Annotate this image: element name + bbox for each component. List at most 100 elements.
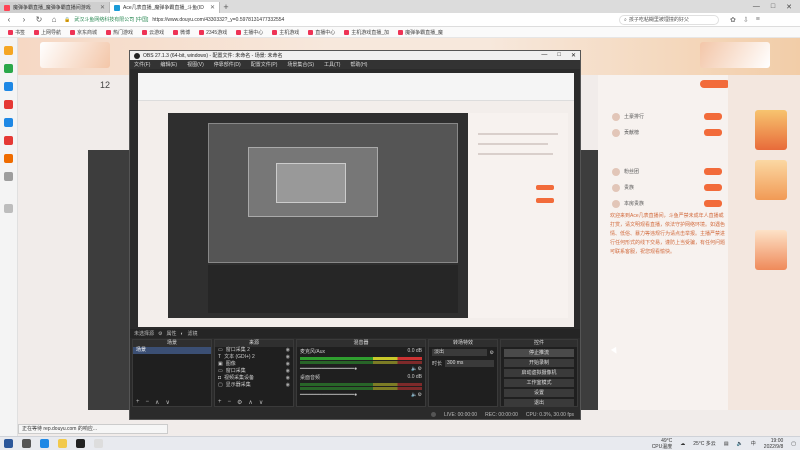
bookmark-item[interactable]: 主机游戏直播_加 — [344, 29, 389, 36]
add-icon[interactable]: + — [136, 399, 140, 405]
back-icon[interactable]: ‹ — [4, 15, 14, 24]
source-item[interactable]: ▣ 图像 ◉ — [215, 361, 293, 368]
menu-scene-collection[interactable]: 场景集合(S) — [287, 61, 314, 68]
filter-icon[interactable]: ◐ — [181, 331, 184, 337]
new-tab-button[interactable]: + — [220, 2, 232, 13]
rank-row[interactable]: 贵族 — [612, 181, 722, 194]
visibility-icon[interactable]: ◉ — [286, 382, 290, 389]
extension-icon[interactable]: ✿ — [730, 16, 736, 24]
volume-slider[interactable]: ━━━━━━━━━━━━━━━━━━● — [300, 392, 357, 398]
ad-card[interactable] — [755, 110, 787, 150]
menu-icon[interactable]: ≡ — [756, 16, 760, 24]
close-window-button[interactable]: ✕ — [786, 3, 792, 11]
menu-edit[interactable]: 编辑(E) — [160, 61, 177, 68]
visibility-icon[interactable]: ◉ — [286, 368, 290, 375]
properties-button[interactable]: 属性 — [167, 330, 177, 337]
gear-icon[interactable]: ⚙ — [490, 350, 494, 356]
sidebar-app-icon[interactable] — [4, 154, 13, 163]
speaker-icon[interactable]: 🔈⚙ — [411, 392, 422, 398]
url-field[interactable]: 🔒 武汉斗鱼网络科技有限公司 [中国] https://www.douyu.co… — [64, 15, 534, 25]
transition-select[interactable]: 淡出 — [432, 349, 487, 356]
virtual-camera-button[interactable]: 启动虚拟摄像机 — [504, 369, 574, 377]
minimize-button[interactable]: — — [753, 3, 760, 11]
volume-slider[interactable]: ━━━━━━━━━━━━━━━━━━● — [300, 366, 357, 372]
menu-file[interactable]: 文件(F) — [134, 61, 150, 68]
gear-icon[interactable]: ⚙ — [158, 331, 162, 337]
close-tab-icon[interactable]: ✕ — [100, 4, 105, 11]
visibility-icon[interactable]: ◉ — [286, 347, 290, 354]
forward-icon[interactable]: › — [19, 15, 29, 24]
search-icon[interactable] — [22, 439, 31, 448]
maximize-button[interactable]: □ — [771, 3, 775, 11]
bookmark-item[interactable]: 直播中心 — [308, 29, 335, 36]
remove-icon[interactable]: − — [146, 399, 150, 405]
bookmark-item[interactable]: 主播中心 — [236, 29, 263, 36]
sidebar-app-icon[interactable] — [4, 100, 13, 109]
start-recording-button[interactable]: 开始录制 — [504, 359, 574, 367]
menu-tools[interactable]: 工具(T) — [324, 61, 340, 68]
file-explorer-icon[interactable] — [58, 439, 67, 448]
sidebar-app-icon[interactable] — [4, 82, 13, 91]
visibility-icon[interactable]: ◉ — [286, 375, 290, 382]
pc-download-button[interactable] — [700, 80, 730, 88]
visibility-icon[interactable]: ◉ — [286, 361, 290, 368]
menu-profile[interactable]: 配置文件(P) — [251, 61, 278, 68]
bookmark-item[interactable]: 上网导航 — [34, 29, 61, 36]
document-icon[interactable] — [94, 439, 103, 448]
chevron-up-icon[interactable]: ∧ — [248, 399, 252, 406]
minimize-button[interactable]: — — [541, 52, 547, 59]
search-input[interactable]: ⌕ 孩子吃粘糊里被埋撞的好父 — [619, 14, 719, 25]
rank-action-button[interactable] — [704, 200, 722, 207]
download-icon[interactable]: ⇩ — [743, 16, 749, 24]
rank-action-button[interactable] — [704, 129, 722, 136]
filters-button[interactable]: 滤镜 — [188, 330, 198, 337]
gear-icon[interactable]: ⚙ — [237, 399, 242, 406]
browser-tab-2[interactable]: Ace几表直播_魔弹争霸直播_斗鱼(ID ✕ — [110, 2, 220, 13]
chevron-down-icon[interactable]: ∨ — [165, 399, 169, 406]
rank-row[interactable]: 本房贵族 — [612, 197, 722, 210]
source-item[interactable]: ▭ 窗口采集 2 ◉ — [215, 347, 293, 354]
ad-card[interactable] — [755, 160, 787, 200]
rank-action-button[interactable] — [704, 168, 722, 175]
network-icon[interactable]: ▤ — [724, 441, 729, 447]
input-language[interactable]: 中 — [751, 440, 756, 447]
source-item[interactable]: T 文本 (GDI+) 2 ◉ — [215, 354, 293, 361]
add-icon[interactable]: + — [218, 399, 222, 405]
chevron-up-icon[interactable]: ∧ — [155, 399, 159, 406]
obs-taskbar-icon[interactable] — [76, 439, 85, 448]
bookmark-item[interactable]: 书签 — [8, 29, 25, 36]
menu-help[interactable]: 帮助(H) — [350, 61, 367, 68]
maximize-button[interactable]: □ — [557, 52, 561, 59]
browser-tab-1[interactable]: 魔弹争霸直播_魔弹争霸直播间游戏 ✕ — [0, 2, 110, 13]
studio-mode-button[interactable]: 工作室模式 — [504, 379, 574, 387]
menu-view[interactable]: 视图(V) — [187, 61, 204, 68]
rank-action-button[interactable] — [704, 184, 722, 191]
speaker-icon[interactable]: 🔈⚙ — [411, 366, 422, 372]
bookmark-item[interactable]: 云游戏 — [142, 29, 164, 36]
source-item[interactable]: ◘ 视频采集设备 ◉ — [215, 375, 293, 382]
home-icon[interactable]: ⌂ — [49, 15, 59, 24]
bookmark-item[interactable]: 热门游戏 — [106, 29, 133, 36]
rank-row[interactable]: 粉丝团 — [612, 165, 722, 178]
clock[interactable]: 19:00 2022/9/8 — [764, 438, 783, 450]
sidebar-app-icon[interactable] — [4, 64, 13, 73]
chevron-down-icon[interactable]: ∨ — [259, 399, 263, 406]
speaker-icon[interactable]: 🔈 — [737, 441, 743, 447]
settings-button[interactable]: 设置 — [504, 389, 574, 397]
edge-icon[interactable] — [40, 439, 49, 448]
stop-streaming-button[interactable]: 停止推流 — [504, 349, 574, 357]
sidebar-app-icon[interactable] — [4, 172, 13, 181]
refresh-icon[interactable]: ↻ — [34, 15, 44, 24]
ad-card[interactable] — [755, 230, 787, 270]
notification-icon[interactable]: ▢ — [791, 441, 796, 447]
visibility-icon[interactable]: ◉ — [286, 354, 290, 361]
scene-item[interactable]: 场景 — [133, 347, 211, 354]
exit-button[interactable]: 退出 — [504, 399, 574, 407]
sidebar-app-icon[interactable] — [4, 118, 13, 127]
bookmark-item[interactable]: 主机游戏 — [272, 29, 299, 36]
remove-icon[interactable]: − — [228, 399, 232, 405]
source-item[interactable]: ▭ 窗口采集 ◉ — [215, 368, 293, 375]
sidebar-app-icon[interactable] — [4, 136, 13, 145]
bookmark-item[interactable]: 魔弹争霸直播_魔 — [398, 29, 443, 36]
source-item[interactable]: ▢ 显示器采集 ◉ — [215, 382, 293, 389]
